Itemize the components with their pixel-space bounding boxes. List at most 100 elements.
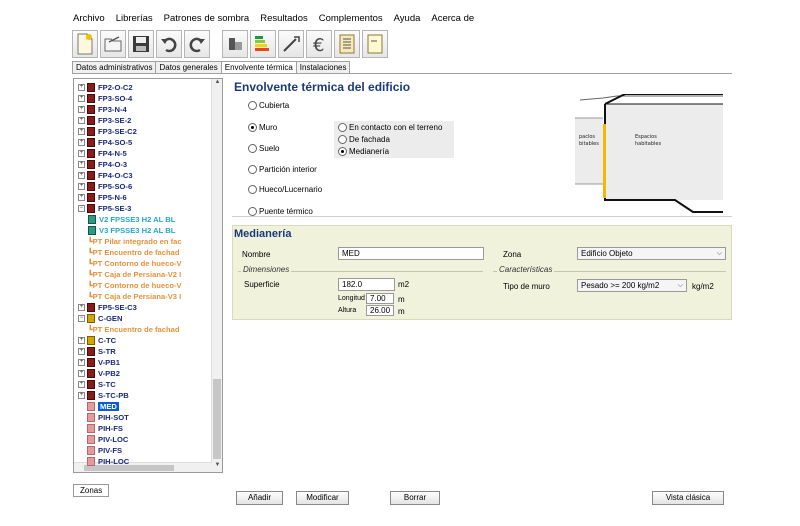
radio-puente[interactable]: Puente térmico <box>248 207 313 216</box>
tree-item[interactable]: − C-GEN <box>78 313 122 324</box>
open-button[interactable] <box>100 30 126 58</box>
expand-icon[interactable]: + <box>78 183 85 190</box>
tree-item[interactable]: V3 FPSSE3 H2 AL BL <box>88 225 175 236</box>
energy-rating-button[interactable] <box>250 30 276 58</box>
tree-item[interactable]: ┗ PT Caja de Persiana-V2 I <box>88 269 181 280</box>
expand-icon[interactable]: + <box>78 337 85 344</box>
radio-circle[interactable] <box>248 207 257 216</box>
tree-item[interactable]: PIV-LOC <box>78 434 128 445</box>
tree-item[interactable]: + S-TC-PB <box>78 390 129 401</box>
tree-item[interactable]: PIH-LOC <box>78 456 129 467</box>
expand-icon[interactable]: + <box>78 117 85 124</box>
radio-circle[interactable] <box>248 185 257 194</box>
modify-button[interactable]: Modificar <box>296 491 349 505</box>
add-button[interactable]: Añadir <box>236 491 283 505</box>
tree-item[interactable]: MED <box>78 401 119 412</box>
expand-icon[interactable]: + <box>78 95 85 102</box>
expand-icon[interactable]: + <box>78 150 85 157</box>
radio-circle-selected[interactable] <box>248 123 257 132</box>
tree-item[interactable]: + V-PB1 <box>78 357 120 368</box>
expand-icon[interactable]: + <box>78 370 85 377</box>
tree-item[interactable]: ┗ PT Caja de Persiana-V3 I <box>88 291 181 302</box>
geometry-button[interactable] <box>222 30 248 58</box>
undo-button[interactable] <box>156 30 182 58</box>
radio-circle[interactable] <box>248 144 257 153</box>
radio-fachada[interactable]: De fachada <box>338 135 390 144</box>
tree-item[interactable]: V2 FPSSE3 H2 AL BL <box>88 214 175 225</box>
radio-suelo[interactable]: Suelo <box>248 144 279 153</box>
tree-item[interactable]: + FP5-SE-C3 <box>78 302 137 313</box>
tree-vertical-scrollbar[interactable]: ▲ ▼ <box>211 79 222 472</box>
classic-view-button[interactable]: Vista clásica <box>652 491 724 505</box>
scroll-down-icon[interactable]: ▼ <box>212 462 222 472</box>
radio-circle[interactable] <box>338 135 347 144</box>
export-button[interactable] <box>362 30 388 58</box>
expand-icon[interactable]: + <box>78 392 85 399</box>
wand-button[interactable] <box>278 30 304 58</box>
save-button[interactable] <box>128 30 154 58</box>
expand-icon[interactable]: + <box>78 106 85 113</box>
tree-item[interactable]: ┗ PT Encuentro de fachad <box>88 247 180 258</box>
radio-particion[interactable]: Partición interior <box>248 165 317 174</box>
tree-item[interactable]: + V-PB2 <box>78 368 120 379</box>
radio-circle-selected[interactable] <box>338 147 347 156</box>
expand-icon[interactable]: + <box>78 161 85 168</box>
menu-complementos[interactable]: Complementos <box>318 12 384 28</box>
radio-circle[interactable] <box>338 123 347 132</box>
tree-item[interactable]: + FP2-O-C2 <box>78 82 133 93</box>
radio-medianeria[interactable]: Medianería <box>338 147 389 156</box>
tree-item[interactable]: + S-TR <box>78 346 116 357</box>
tree-item[interactable]: PIV-FS <box>78 445 122 456</box>
expand-icon[interactable]: + <box>78 304 85 311</box>
tree-item[interactable]: + FP4-N-5 <box>78 148 127 159</box>
tree-item[interactable]: + S-TC <box>78 379 116 390</box>
zona-select[interactable]: Edificio Objeto ⌵ <box>577 247 726 260</box>
report-button[interactable] <box>334 30 360 58</box>
radio-circle[interactable] <box>248 101 257 110</box>
expand-icon[interactable]: − <box>78 205 85 212</box>
radio-hueco[interactable]: Hueco/Lucernario <box>248 185 322 194</box>
radio-cubierta[interactable]: Cubierta <box>248 101 289 110</box>
scroll-up-icon[interactable]: ▲ <box>212 79 222 89</box>
tree-item[interactable]: ┗ PT Pilar integrado en fac <box>88 236 182 247</box>
superficie-field[interactable]: 182.0 <box>338 278 395 291</box>
scroll-thumb[interactable] <box>213 379 221 459</box>
expand-icon[interactable]: − <box>78 315 85 322</box>
redo-button[interactable] <box>184 30 210 58</box>
menu-archivo[interactable]: Archivo <box>72 12 106 28</box>
expand-icon[interactable]: + <box>78 381 85 388</box>
tree-item[interactable]: + FP5-SO-6 <box>78 181 132 192</box>
radio-terreno[interactable]: En contacto con el terreno <box>338 123 442 132</box>
cost-button[interactable]: € <box>306 30 332 58</box>
longitud-field[interactable]: 7.00 <box>366 293 394 304</box>
tree-item[interactable]: ┗ PT Contorno de hueco-V <box>88 280 182 291</box>
tree-item[interactable]: PIH-SOT <box>78 412 129 423</box>
menu-librerias[interactable]: Librerías <box>115 12 154 28</box>
tab-zonas[interactable]: Zonas <box>73 484 110 497</box>
tree-item[interactable]: + FP4-O-3 <box>78 159 127 170</box>
tree-item[interactable]: + FP3-SO-4 <box>78 93 132 104</box>
tree-item[interactable]: PIH-FS <box>78 423 123 434</box>
expand-icon[interactable]: + <box>78 128 85 135</box>
tree-item[interactable]: + FP4-O-C3 <box>78 170 133 181</box>
menu-acerca[interactable]: Acerca de <box>430 12 475 28</box>
expand-icon[interactable]: + <box>78 359 85 366</box>
new-file-button[interactable] <box>72 30 98 58</box>
nombre-field[interactable]: MED <box>338 247 484 260</box>
delete-button[interactable]: Borrar <box>390 491 440 505</box>
tree-item[interactable]: + FP4-SO-5 <box>78 137 132 148</box>
tree-item[interactable]: + FP3-SE-2 <box>78 115 131 126</box>
tree-item[interactable]: ┗ PT Encuentro de fachad <box>88 324 180 335</box>
menu-resultados[interactable]: Resultados <box>259 12 309 28</box>
expand-icon[interactable]: + <box>78 348 85 355</box>
expand-icon[interactable]: + <box>78 172 85 179</box>
menu-ayuda[interactable]: Ayuda <box>393 12 422 28</box>
tree-item[interactable]: + FP5-N-6 <box>78 192 127 203</box>
tree-item[interactable]: + C-TC <box>78 335 116 346</box>
tree-item[interactable]: + FP3-N-4 <box>78 104 127 115</box>
tree-item[interactable]: ┗ PT Contorno de hueco-V <box>88 258 182 269</box>
radio-circle[interactable] <box>248 165 257 174</box>
tree-item[interactable]: + FP3-SE-C2 <box>78 126 137 137</box>
altura-field[interactable]: 26.00 <box>366 305 394 316</box>
tree-item[interactable]: − FP5-SE-3 <box>78 203 131 214</box>
